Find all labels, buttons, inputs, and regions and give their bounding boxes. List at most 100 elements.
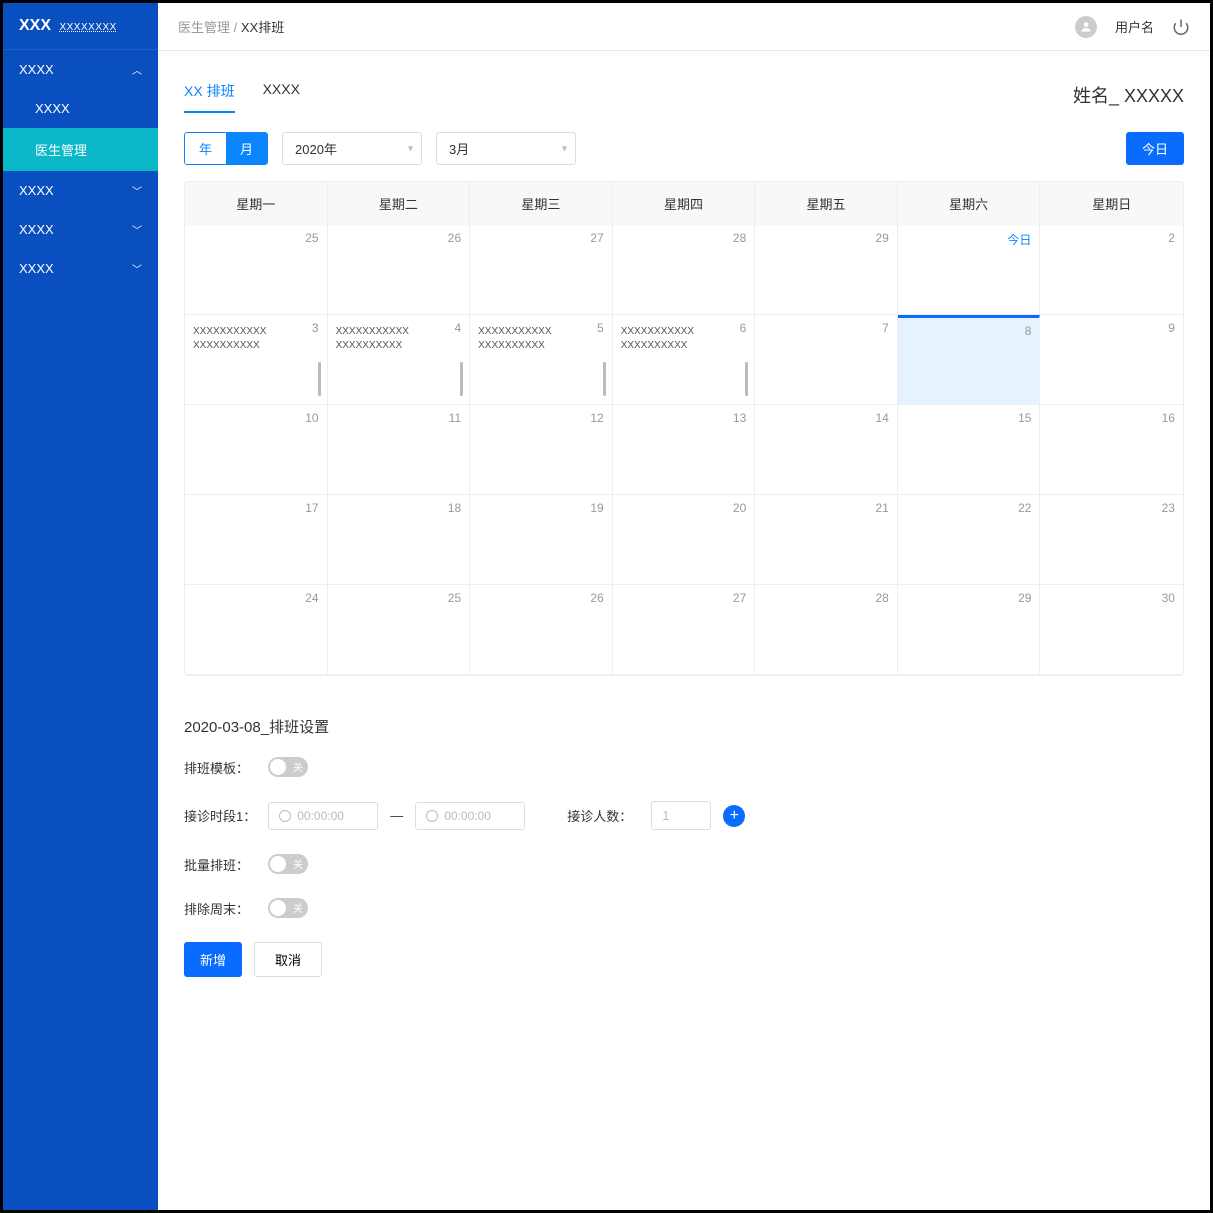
calendar-cell[interactable]: 9	[1040, 315, 1183, 405]
calendar-cell[interactable]: 27	[613, 585, 756, 675]
username[interactable]: 用户名	[1115, 17, 1154, 36]
day-number: 28	[733, 231, 746, 245]
calendar-cell[interactable]: 27	[470, 225, 613, 315]
nav-group-1[interactable]: XXXX ﹀	[3, 171, 158, 210]
calendar-cell[interactable]: 22	[898, 495, 1041, 585]
calendar-cell[interactable]: 25	[185, 225, 328, 315]
day-number: 3	[312, 321, 319, 335]
exclude-weekend-label: 排除周末：	[184, 899, 256, 918]
calendar-cell[interactable]: 26	[470, 585, 613, 675]
crumb-parent[interactable]: 医生管理	[178, 20, 230, 35]
time-start-input[interactable]: 00:00:00	[268, 802, 378, 830]
calendar-cell[interactable]: 13	[613, 405, 756, 495]
scroll-indicator[interactable]	[460, 362, 463, 396]
clock-icon	[279, 810, 291, 822]
seg-month[interactable]: 月	[226, 133, 267, 164]
day-number: 20	[733, 501, 746, 515]
calendar-cell[interactable]: 4XXXXXXXXXXXXXXXXXXXXX	[328, 315, 471, 405]
calendar-cell[interactable]: 23	[1040, 495, 1183, 585]
cancel-button[interactable]: 取消	[254, 942, 322, 977]
scroll-indicator[interactable]	[318, 362, 321, 396]
template-toggle[interactable]: 关	[268, 757, 308, 777]
today-button[interactable]: 今日	[1126, 132, 1184, 165]
scroll-indicator[interactable]	[745, 362, 748, 396]
tab-other[interactable]: XXXX	[263, 75, 300, 113]
sidebar: XXX XXXXXXXX XXXX ︿ XXXX 医生管理 XXXX ﹀ XXX…	[3, 3, 158, 1210]
day-number: 30	[1162, 591, 1175, 605]
nav-label: XXXX	[19, 62, 54, 77]
calendar-cell[interactable]: 3XXXXXXXXXXXXXXXXXXXXX	[185, 315, 328, 405]
calendar-cell[interactable]: 10	[185, 405, 328, 495]
nav-label: XXXX	[19, 222, 54, 237]
calendar-cell[interactable]: 16	[1040, 405, 1183, 495]
calendar-cell[interactable]: 26	[328, 225, 471, 315]
day-number: 26	[590, 591, 603, 605]
month-select[interactable]: 3月	[436, 132, 576, 165]
calendar-cell[interactable]: 12	[470, 405, 613, 495]
time-end-input[interactable]: 00:00:00	[415, 802, 525, 830]
batch-toggle[interactable]: 关	[268, 854, 308, 874]
nav-group-3[interactable]: XXXX ﹀	[3, 249, 158, 288]
count-label: 接诊人数：	[567, 806, 639, 825]
calendar-cell[interactable]: 今日	[898, 225, 1041, 315]
count-input[interactable]: 1	[651, 801, 711, 830]
day-number: 9	[1168, 321, 1175, 335]
day-number: 7	[882, 321, 889, 335]
calendar-cell[interactable]: 24	[185, 585, 328, 675]
day-number: 24	[305, 591, 318, 605]
calendar-cell[interactable]: 25	[328, 585, 471, 675]
logo-sub: XXXXXXXX	[59, 22, 116, 33]
day-number: 12	[590, 411, 603, 425]
calendar-cell[interactable]: 28	[613, 225, 756, 315]
day-number: 4	[454, 321, 461, 335]
weekday-header: 星期三	[470, 182, 613, 225]
nav-sub-doctor-mgmt[interactable]: 医生管理	[3, 128, 158, 171]
calendar-cell[interactable]: 18	[328, 495, 471, 585]
nav-group-0[interactable]: XXXX ︿	[3, 50, 158, 89]
day-number: 5	[597, 321, 604, 335]
calendar-cell[interactable]: 19	[470, 495, 613, 585]
exclude-weekend-toggle[interactable]: 关	[268, 898, 308, 918]
cell-events: XXXXXXXXXXXXXXXXXXXXX	[336, 325, 462, 353]
add-timeslot-button[interactable]: +	[723, 805, 745, 827]
doctor-name: 姓名_ XXXXX	[1073, 82, 1184, 108]
tab-schedule[interactable]: XX 排班	[184, 75, 235, 113]
day-number: 15	[1018, 411, 1031, 425]
scroll-indicator[interactable]	[603, 362, 606, 396]
calendar-cell[interactable]: 8	[898, 315, 1041, 405]
cell-events: XXXXXXXXXXXXXXXXXXXXX	[478, 325, 604, 353]
nav-group-2[interactable]: XXXX ﹀	[3, 210, 158, 249]
calendar-cell[interactable]: 29	[898, 585, 1041, 675]
chevron-down-icon: ﹀	[132, 222, 142, 237]
topbar: 医生管理 / XX排班 用户名	[158, 3, 1210, 51]
calendar-cell[interactable]: 2	[1040, 225, 1183, 315]
calendar-cell[interactable]: 17	[185, 495, 328, 585]
calendar-cell[interactable]: 14	[755, 405, 898, 495]
day-number: 16	[1162, 411, 1175, 425]
calendar-cell[interactable]: 30	[1040, 585, 1183, 675]
calendar-cell[interactable]: 20	[613, 495, 756, 585]
calendar-cell[interactable]: 28	[755, 585, 898, 675]
crumb-current: XX排班	[241, 20, 284, 35]
timeslot-label: 接诊时段1：	[184, 806, 256, 825]
main: 医生管理 / XX排班 用户名 XX 排班 XXXX 姓名_ XXXXX	[158, 3, 1210, 1210]
calendar-cell[interactable]: 6XXXXXXXXXXXXXXXXXXXXX	[613, 315, 756, 405]
calendar-cell[interactable]: 5XXXXXXXXXXXXXXXXXXXXX	[470, 315, 613, 405]
seg-year[interactable]: 年	[185, 133, 226, 164]
avatar-icon[interactable]	[1075, 16, 1097, 38]
dash: —	[390, 808, 403, 823]
calendar-cell[interactable]: 11	[328, 405, 471, 495]
calendar-cell[interactable]: 7	[755, 315, 898, 405]
calendar-cell[interactable]: 15	[898, 405, 1041, 495]
weekday-header: 星期一	[185, 182, 328, 225]
calendar-cell[interactable]: 29	[755, 225, 898, 315]
nav-sub-0[interactable]: XXXX	[3, 89, 158, 128]
day-number: 14	[875, 411, 888, 425]
cell-events: XXXXXXXXXXXXXXXXXXXXX	[621, 325, 747, 353]
chevron-down-icon: ﹀	[132, 183, 142, 198]
calendar-cell[interactable]: 21	[755, 495, 898, 585]
nav-label: XXXX	[19, 183, 54, 198]
add-button[interactable]: 新增	[184, 942, 242, 977]
year-select[interactable]: 2020年	[282, 132, 422, 165]
power-icon[interactable]	[1172, 18, 1190, 36]
